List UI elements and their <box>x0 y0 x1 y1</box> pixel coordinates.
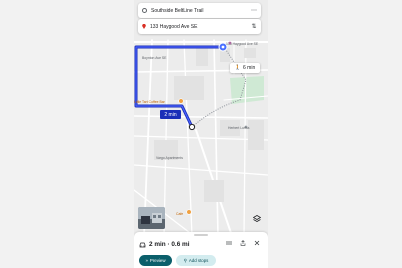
map-label-cafe: Cafe <box>176 212 184 216</box>
cafe-marker <box>186 209 192 215</box>
share-icon[interactable] <box>238 238 248 248</box>
walk-time-text: 6 min <box>243 65 256 71</box>
map-label-street: Boynton Ave SE <box>142 56 167 60</box>
swap-icon[interactable]: ⇅ <box>247 20 261 34</box>
layers-icon[interactable] <box>251 213 263 225</box>
directions-bottom-sheet[interactable]: 2 min · 0.6 mi » Preview ⚲ Add stops <box>134 232 268 268</box>
park-area <box>230 76 264 104</box>
sheet-drag-handle[interactable] <box>194 234 208 236</box>
coffee-marker <box>178 98 184 104</box>
map-label-destination: 133 Haygood Ave SE <box>226 42 259 46</box>
map-label-coffee: Little Tart Coffee Bar <box>134 100 165 104</box>
walk-time-label[interactable]: 🚶 6 min <box>230 63 260 73</box>
map-view[interactable] <box>134 0 268 236</box>
preview-arrows-icon: » <box>145 258 148 263</box>
origin-dot-icon <box>142 8 147 13</box>
add-stops-label: Add stops <box>188 258 209 263</box>
add-stops-button[interactable]: ⚲ Add stops <box>176 255 216 266</box>
route-start-point <box>188 123 196 131</box>
drive-time-label[interactable]: 2 min <box>160 110 181 119</box>
location-pin-icon <box>142 24 146 29</box>
map-label-place: Herbert Lurfss <box>228 126 250 130</box>
preview-button[interactable]: » Preview <box>139 255 172 266</box>
destination-text: 133 Haygood Ave SE <box>150 23 198 30</box>
destination-field[interactable]: 133 Haygood Ave SE ⇅ <box>138 19 261 34</box>
close-icon[interactable] <box>252 238 262 248</box>
maps-app-screen: 133 Haygood Ave SE Boynton Ave SE Little… <box>134 0 268 268</box>
origin-field[interactable]: Southside BeltLine Trail ⋯ <box>138 3 261 18</box>
more-options-icon[interactable]: ⋯ <box>247 4 261 18</box>
street-view-thumbnail[interactable] <box>138 207 165 229</box>
car-icon <box>139 235 146 253</box>
origin-text: Southside BeltLine Trail <box>151 7 204 14</box>
route-options-icon[interactable] <box>224 238 234 248</box>
add-stop-icon: ⚲ <box>183 257 187 263</box>
preview-label: Preview <box>149 258 166 263</box>
walk-icon: 🚶 <box>234 65 241 71</box>
map-label-apartments: Vargo Apartments <box>156 156 183 160</box>
route-summary-text: 2 min · 0.6 mi <box>149 240 190 248</box>
